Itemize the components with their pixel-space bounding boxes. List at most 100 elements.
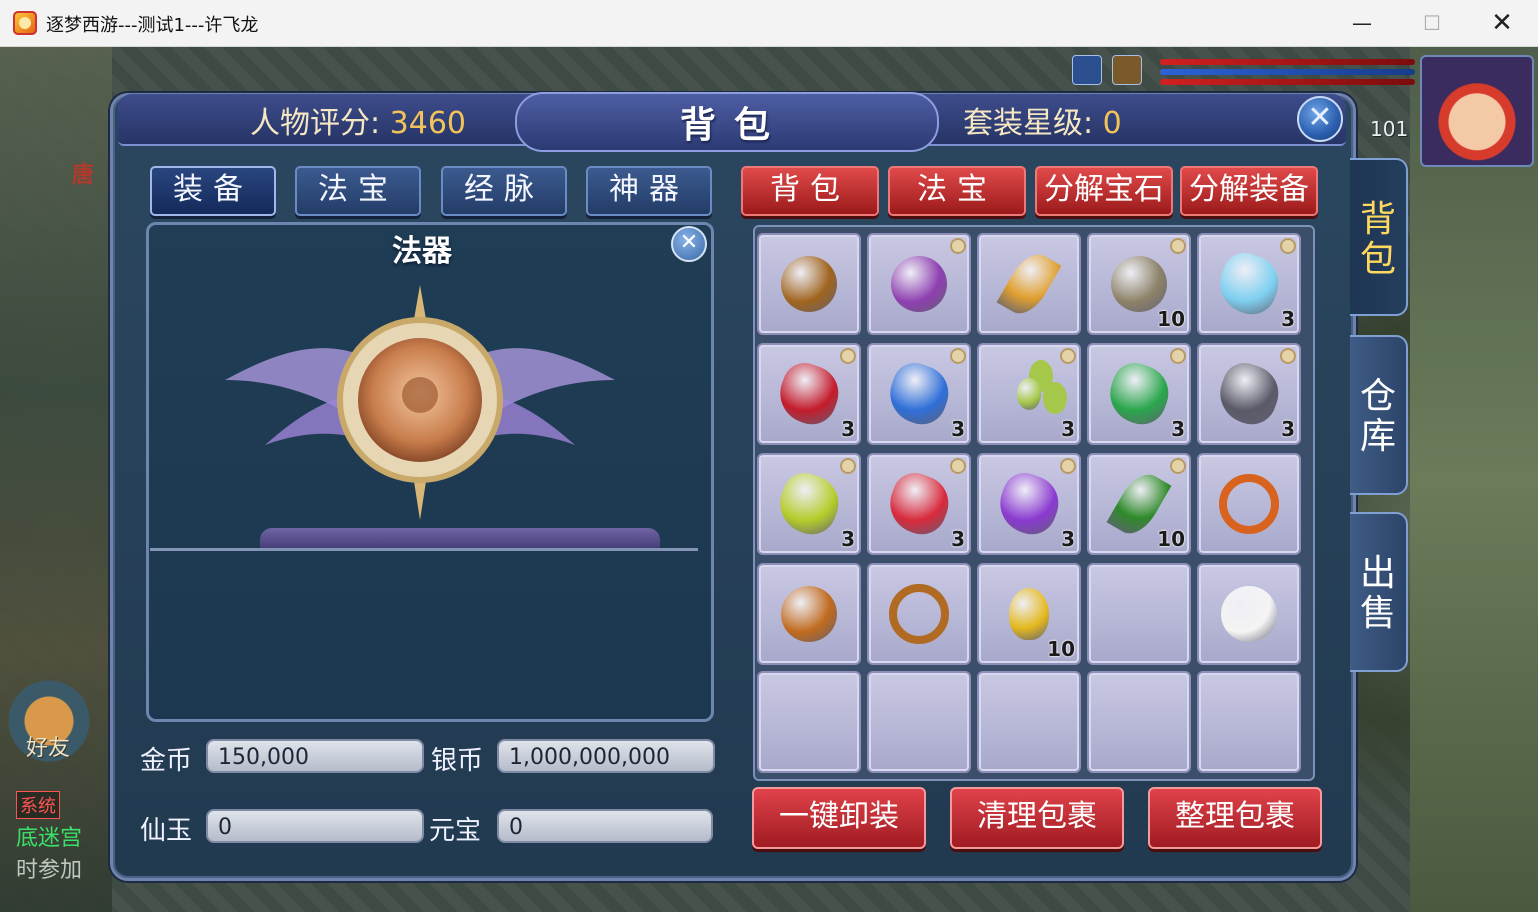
panel-title: 背包 — [680, 105, 789, 146]
inventory-slot-empty[interactable] — [757, 671, 861, 773]
inventory-slot[interactable]: 3 — [1197, 233, 1301, 335]
inventory-slot[interactable]: 3 — [867, 453, 971, 555]
tab-decompose-equipment[interactable]: 分解装备 — [1180, 166, 1318, 216]
inventory-slot[interactable] — [1197, 563, 1301, 665]
window-titlebar: 逐梦西游---测试1---许飞龙 — ☐ ✕ — [0, 0, 1538, 47]
leaf-feather-icon — [996, 246, 1062, 322]
side-tab-storage[interactable]: 仓库 — [1350, 335, 1408, 495]
silver-label: 银币 — [431, 746, 484, 776]
player-portrait[interactable] — [1420, 55, 1534, 167]
tab-artifact[interactable]: 神器 — [586, 166, 712, 216]
suit-label: 套装星级: — [963, 106, 1094, 141]
ingot-label: 元宝 — [429, 816, 482, 846]
inventory-slot-empty[interactable] — [1197, 671, 1301, 773]
stage-divider — [150, 548, 698, 551]
inventory-slot[interactable] — [1197, 453, 1301, 555]
cloud-ornament — [260, 528, 660, 550]
item-quantity: 3 — [1061, 527, 1075, 551]
inventory-slot[interactable] — [867, 233, 971, 335]
peridot-icon — [771, 466, 847, 542]
tab-bag-treasure[interactable]: 法宝 — [888, 166, 1026, 216]
sort-bag-button[interactable]: 整理包裹 — [1148, 787, 1322, 849]
artifact-emblem-icon[interactable] — [220, 285, 620, 520]
item-quantity: 3 — [951, 417, 965, 441]
inventory-slot[interactable]: 10 — [1087, 453, 1191, 555]
lock-icon — [1170, 348, 1186, 364]
lock-icon — [1280, 348, 1296, 364]
item-quantity: 3 — [1061, 417, 1075, 441]
item-quantity: 3 — [841, 527, 855, 551]
npc-name-tag: 唐 — [72, 163, 95, 188]
beans-icon — [1017, 378, 1041, 410]
chat-line: 时参加 — [16, 858, 83, 883]
ring-icon — [889, 584, 949, 644]
emerald-icon — [1101, 356, 1177, 432]
item-quantity: 3 — [841, 417, 855, 441]
tab-meridian[interactable]: 经脉 — [441, 166, 567, 216]
side-tab-label: 仓库 — [1359, 376, 1396, 457]
flower-ring-icon — [1219, 474, 1279, 534]
hud-lock-icon[interactable] — [1072, 55, 1102, 85]
close-panel-button[interactable]: ✕ — [1297, 96, 1343, 142]
side-tab-bag[interactable]: 背包 — [1350, 158, 1408, 316]
inventory-slot[interactable]: 3 — [977, 343, 1081, 445]
lock-icon — [1170, 458, 1186, 474]
inventory-slot[interactable]: 3 — [1197, 343, 1301, 445]
inventory-slot[interactable]: 3 — [1087, 343, 1191, 445]
tab-equipment[interactable]: 装备 — [150, 166, 276, 216]
amulet-icon — [781, 586, 837, 642]
lock-icon — [840, 458, 856, 474]
scene-left-area — [0, 47, 112, 912]
lock-icon — [1170, 238, 1186, 254]
suit-star-level: 套装星级: 0 — [963, 98, 1122, 142]
amethyst-icon — [991, 466, 1067, 542]
item-quantity: 3 — [1281, 307, 1295, 331]
inventory-slot[interactable]: 10 — [977, 563, 1081, 665]
lock-icon — [950, 458, 966, 474]
player-level: 101 — [1370, 117, 1409, 141]
item-quantity: 3 — [1281, 417, 1295, 441]
item-quantity: 10 — [1047, 637, 1075, 661]
lock-icon — [950, 348, 966, 364]
dark-gem-icon — [1211, 356, 1287, 432]
inventory-slot[interactable] — [977, 233, 1081, 335]
inventory-slot[interactable]: 3 — [757, 343, 861, 445]
inventory-slot-empty[interactable] — [977, 671, 1081, 773]
inventory-slot-empty[interactable] — [1087, 563, 1191, 665]
inventory-slot[interactable] — [757, 563, 861, 665]
unequip-all-button[interactable]: 一键卸装 — [752, 787, 926, 849]
shell-icon — [1111, 256, 1167, 312]
close-window-button[interactable]: ✕ — [1467, 0, 1537, 46]
hud-buff-icon[interactable] — [1112, 55, 1142, 85]
friend-label: 好友 — [26, 736, 71, 761]
chat-line: 底迷宫 — [16, 826, 83, 851]
tab-bag[interactable]: 背包 — [741, 166, 879, 216]
side-tab-label: 背包 — [1359, 199, 1396, 280]
item-quantity: 3 — [951, 527, 965, 551]
inventory-slot[interactable]: 3 — [867, 343, 971, 445]
clear-bag-button[interactable]: 清理包裹 — [950, 787, 1124, 849]
side-tab-label: 出售 — [1359, 553, 1396, 634]
inventory-slot-empty[interactable] — [1087, 671, 1191, 773]
chat-system-tag: 系统 — [16, 791, 60, 819]
minimize-button[interactable]: — — [1327, 0, 1397, 46]
artifact-title: 法器 — [392, 234, 452, 269]
inventory-slot[interactable]: 3 — [977, 453, 1081, 555]
lock-icon — [1280, 238, 1296, 254]
inventory-slot[interactable]: 3 — [757, 453, 861, 555]
inventory-slot[interactable] — [867, 563, 971, 665]
ice-crystal-icon — [1211, 246, 1287, 322]
maximize-button[interactable]: ☐ — [1397, 0, 1467, 46]
jade-label: 仙玉 — [140, 816, 193, 846]
tab-treasure[interactable]: 法宝 — [295, 166, 421, 216]
tab-decompose-gems[interactable]: 分解宝石 — [1035, 166, 1173, 216]
character-score: 人物评分: 3460 — [250, 98, 466, 142]
artifact-close-button[interactable]: ✕ — [671, 226, 707, 262]
moon-gem-icon — [881, 356, 957, 432]
inventory-slot[interactable]: 10 — [1087, 233, 1191, 335]
inventory-slot-empty[interactable] — [867, 671, 971, 773]
token-icon — [781, 256, 837, 312]
gold-field: 150,000 — [206, 739, 424, 773]
side-tab-sell[interactable]: 出售 — [1350, 512, 1408, 672]
inventory-slot[interactable] — [757, 233, 861, 335]
